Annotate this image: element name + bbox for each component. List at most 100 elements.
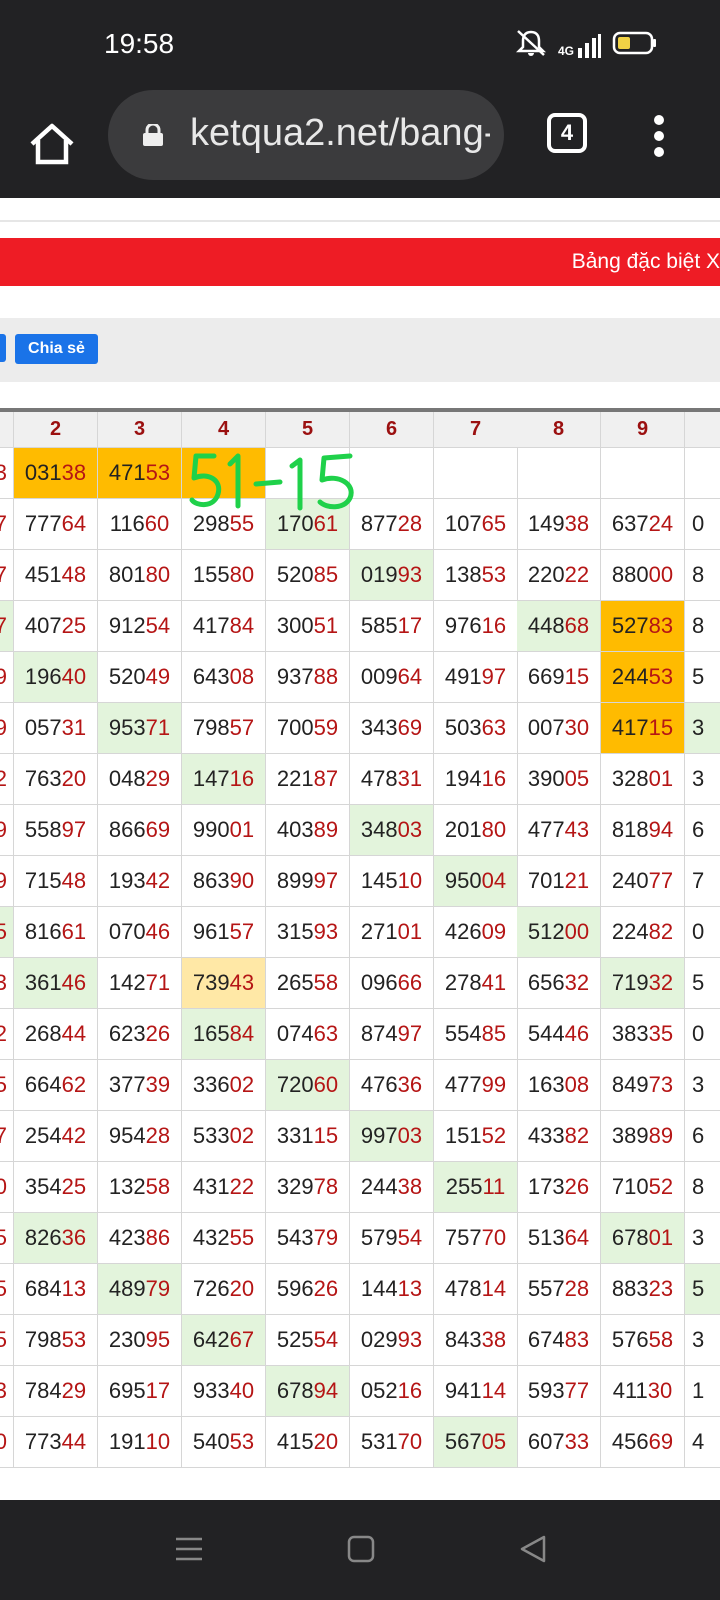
banner-title: Bảng đặc biệt X: [571, 250, 720, 273]
number-lead-digits: 773: [24, 1429, 62, 1454]
number-tail-digits: 16: [229, 766, 255, 791]
number-lead-digits: 254: [24, 1123, 62, 1148]
number-lead-digits: 1: [692, 1378, 705, 1403]
number-tail-digits: 62: [61, 1072, 87, 1097]
home-square-icon[interactable]: [346, 1534, 376, 1569]
result-cell: 503 63: [434, 703, 518, 754]
number-tail-digits: 26: [313, 1276, 339, 1301]
number-tail-digits: 30: [647, 1378, 673, 1403]
result-cell: 0: [685, 907, 720, 958]
number-lead-digits: 196: [24, 664, 62, 689]
number-lead-digits: 0: [692, 919, 705, 944]
number-tail-digits: 25: [61, 1174, 87, 1199]
number-lead-digits: 315: [276, 919, 314, 944]
number-lead-digits: 019: [360, 562, 398, 587]
share-button[interactable]: Chia sẻ: [15, 334, 98, 364]
result-cell: 5: [685, 652, 720, 703]
number-lead-digits: 145: [360, 868, 398, 893]
number-tail-digits: 29: [61, 1378, 87, 1403]
result-cell: 298 55: [182, 499, 266, 550]
number-lead-digits: 540: [192, 1429, 230, 1454]
url-bar[interactable]: ketqua2.net/bang-dac-biet: [108, 90, 504, 180]
number-tail-digits: 55: [229, 511, 255, 536]
number-lead-digits: 866: [108, 817, 146, 842]
more-menu-button[interactable]: [644, 112, 674, 160]
title-banner: Bảng đặc biệt X: [0, 238, 720, 286]
back-icon[interactable]: [518, 1534, 548, 1569]
facebook-share-button[interactable]: [0, 334, 6, 362]
result-cell: 849 73: [601, 1060, 685, 1111]
result-cell: 389 89: [601, 1111, 685, 1162]
number-lead-digits: 877: [360, 511, 398, 536]
number-tail-digits: 95: [145, 1327, 171, 1352]
result-cell: 448 68: [517, 601, 601, 652]
number-tail-digits: 65: [481, 511, 507, 536]
result-cell: 623 26: [98, 1009, 182, 1060]
number-lead-digits: 883: [611, 1276, 649, 1301]
result-cell: 525 54: [266, 1315, 350, 1366]
number-lead-digits: 147: [192, 766, 230, 791]
result-cell: 607 33: [517, 1417, 601, 1468]
number-tail-digits: 82: [648, 919, 674, 944]
number-tail-digits: 71: [145, 715, 171, 740]
number-tail-digits: 9: [0, 715, 7, 741]
result-cell: 403 89: [266, 805, 350, 856]
number-tail-digits: 02: [229, 1123, 255, 1148]
result-cell: 544 46: [517, 1009, 601, 1060]
result-cell: 415 20: [266, 1417, 350, 1468]
number-lead-digits: 3: [692, 766, 705, 791]
number-tail-digits: 08: [564, 1072, 590, 1097]
number-lead-digits: 678: [276, 1378, 314, 1403]
result-cell: 877 28: [350, 499, 434, 550]
number-lead-digits: 009: [360, 664, 398, 689]
home-button[interactable]: [24, 116, 80, 172]
number-tail-digits: 80: [481, 817, 507, 842]
column-header: 8: [517, 412, 601, 448]
number-tail-digits: 16: [481, 766, 507, 791]
number-lead-digits: 417: [192, 613, 230, 638]
number-tail-digits: 54: [397, 1225, 423, 1250]
result-cell: 221 87: [266, 754, 350, 805]
number-lead-digits: 520: [276, 562, 314, 587]
number-tail-digits: 10: [145, 1429, 171, 1454]
number-tail-digits: 83: [648, 613, 674, 638]
number-lead-digits: 116: [109, 511, 145, 536]
result-cell: 798 53: [14, 1315, 98, 1366]
number-lead-digits: 6: [692, 1123, 705, 1148]
number-tail-digits: 21: [564, 868, 590, 893]
result-cell: 489 79: [98, 1264, 182, 1315]
result-cell: 254 42: [14, 1111, 98, 1162]
result-cell: 937 88: [266, 652, 350, 703]
number-tail-digits: 69: [397, 715, 423, 740]
number-lead-digits: 607: [527, 1429, 565, 1454]
result-cell: 784 29: [14, 1366, 98, 1417]
number-tail-digits: 89: [313, 817, 339, 842]
result-cell: 695 17: [98, 1366, 182, 1417]
number-tail-digits: 28: [397, 511, 423, 536]
number-tail-digits: 08: [229, 664, 255, 689]
number-tail-digits: 23: [648, 1276, 674, 1301]
table-row: 9057319537179857700593436950363007304171…: [0, 703, 720, 754]
result-cell: 726 20: [182, 1264, 266, 1315]
result-cell: 866 69: [98, 805, 182, 856]
result-cell: 700 59: [266, 703, 350, 754]
number-lead-digits: 477: [527, 817, 565, 842]
result-cell: 843 38: [434, 1315, 518, 1366]
tab-count: 4: [560, 120, 574, 145]
tabs-button[interactable]: 4: [547, 113, 587, 153]
number-tail-digits: 36: [397, 1072, 423, 1097]
number-tail-digits: 04: [481, 868, 507, 893]
result-cell: 863 90: [182, 856, 266, 907]
number-tail-digits: 69: [648, 1429, 674, 1454]
number-lead-digits: 739: [192, 970, 230, 995]
result-cell: 191 10: [98, 1417, 182, 1468]
recents-icon[interactable]: [174, 1534, 204, 1569]
result-cell: 520 85: [266, 550, 350, 601]
result-cell: 818 94: [601, 805, 685, 856]
number-lead-digits: 558: [24, 817, 62, 842]
number-lead-digits: 997: [360, 1123, 398, 1148]
result-cell: 9: [0, 652, 14, 703]
url-text[interactable]: ketqua2.net/bang-dac-biet: [190, 112, 490, 155]
mute-icon: [514, 28, 548, 63]
result-cell: 656 32: [517, 958, 601, 1009]
